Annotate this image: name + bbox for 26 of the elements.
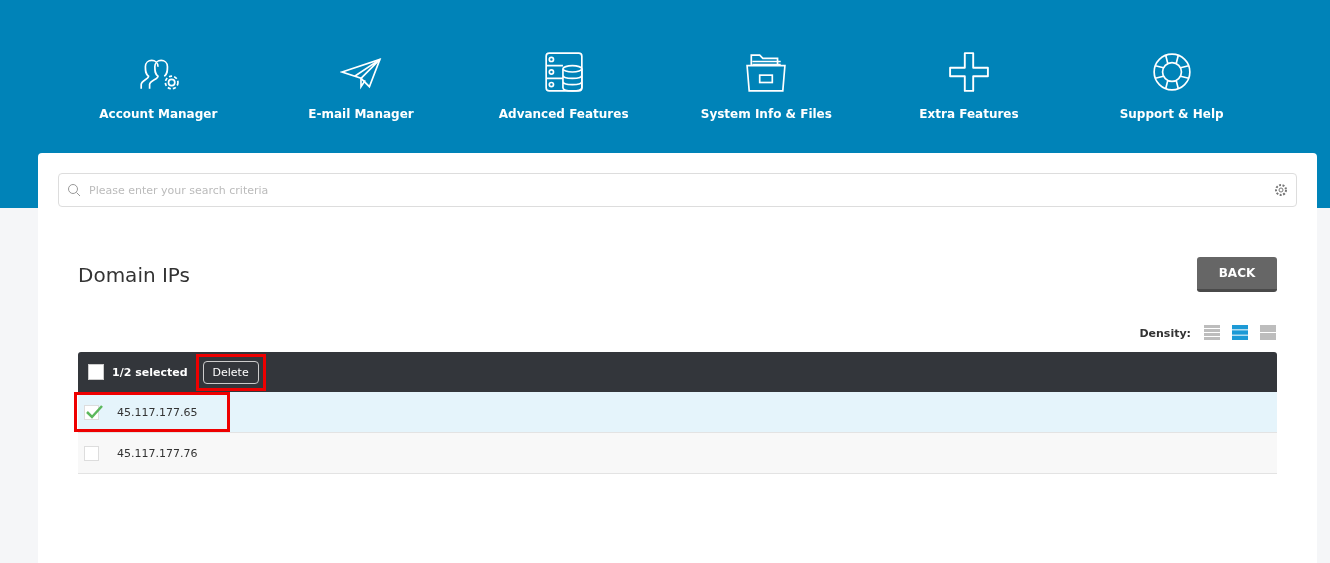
density-option[interactable] — [1203, 324, 1221, 342]
page-title: Domain IPs — [78, 262, 190, 287]
search-icon — [67, 183, 81, 197]
ip-address: 45.117.177.76 — [117, 446, 198, 460]
back-button[interactable]: BACK — [1197, 257, 1277, 292]
nav-item[interactable]: Advanced Features — [462, 50, 665, 122]
plus-icon — [948, 51, 990, 93]
row-checkbox[interactable] — [84, 445, 99, 461]
density-label: Density: — [1139, 326, 1191, 340]
nav-item[interactable]: System Info & Files — [665, 50, 868, 122]
nav-item[interactable]: Extra Features — [867, 50, 1071, 122]
density-option[interactable] — [1259, 324, 1277, 342]
table-row[interactable]: 45.117.177.76 — [78, 433, 1277, 474]
density-option[interactable] — [1231, 324, 1249, 342]
nav-item[interactable]: Support & Help — [1070, 50, 1273, 122]
select-all-checkbox[interactable] — [88, 364, 104, 380]
delete-button[interactable]: Delete — [202, 360, 259, 384]
ip-address: 45.117.177.65 — [117, 405, 198, 419]
nav-item[interactable]: Account Manager — [57, 50, 260, 122]
lifebuoy-icon — [1150, 51, 1193, 93]
search-field[interactable]: Please enter your search criteria — [58, 173, 1297, 207]
folder-icon — [745, 51, 788, 93]
server-icon — [542, 51, 585, 93]
nav-item[interactable]: E-mail Manager — [259, 50, 463, 122]
selection-count: 1/2 selected — [112, 365, 188, 379]
settings-icon[interactable] — [1274, 183, 1288, 197]
